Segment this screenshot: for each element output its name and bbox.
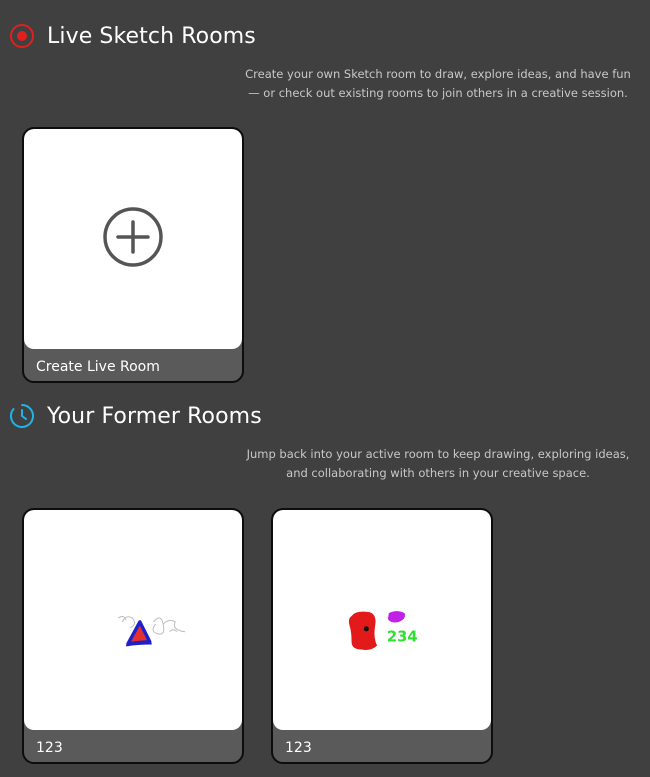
live-rooms-description: Create your own Sketch room to draw, exp…: [245, 67, 631, 100]
svg-text:234: 234: [387, 629, 418, 646]
create-room-thumbnail: [24, 129, 242, 349]
sketch-triangle-doodle: [117, 615, 186, 647]
plus-circle-icon: [101, 205, 165, 273]
create-live-room-card[interactable]: Create Live Room: [22, 127, 244, 383]
live-rooms-title: Live Sketch Rooms: [47, 23, 256, 49]
former-room-card[interactable]: 234 123: [271, 508, 493, 764]
room-thumbnail: [24, 510, 242, 730]
live-rooms-header: Live Sketch Rooms: [8, 22, 256, 50]
former-rooms-header: Your Former Rooms: [8, 402, 262, 430]
record-icon: [8, 22, 36, 50]
former-rooms-title: Your Former Rooms: [47, 403, 262, 429]
former-rooms-description: Jump back into your active room to keep …: [246, 447, 630, 480]
sketch-red-blob-234: 234: [348, 611, 418, 650]
former-room-card[interactable]: 123: [22, 508, 244, 764]
create-live-room-label: Create Live Room: [36, 359, 160, 375]
room-thumbnail: 234: [273, 510, 491, 730]
room-name: 123: [285, 740, 312, 756]
room-name: 123: [36, 740, 63, 756]
clock-icon: [8, 402, 36, 430]
